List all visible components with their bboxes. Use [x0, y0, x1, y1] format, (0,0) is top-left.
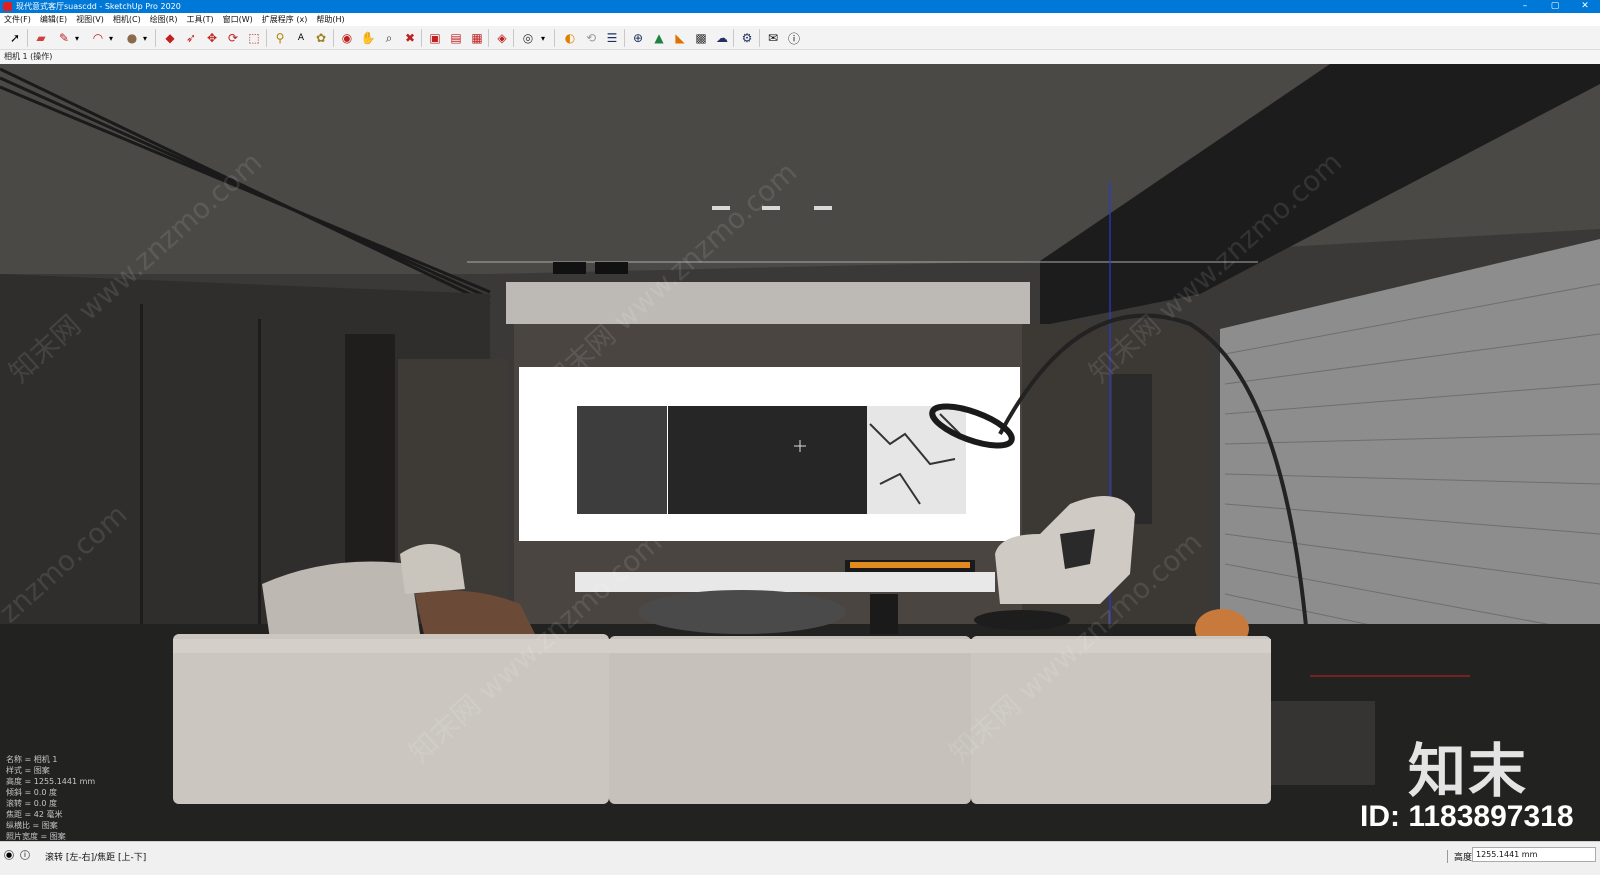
mail-icon[interactable]: ✉ [764, 29, 782, 47]
push-pull-icon[interactable]: ◆ [161, 29, 179, 47]
zoom-extents-icon[interactable]: ✖ [401, 29, 419, 47]
camera-info-line: 照片宽度 = 图案 [6, 832, 66, 841]
paint-icon[interactable]: ✿ [312, 29, 330, 47]
arc-icon[interactable]: ◠ [89, 29, 107, 47]
toolbar-separator [266, 29, 267, 47]
paint-bucket-icon[interactable]: ● [123, 29, 141, 47]
watermark-id: ID: 1183897318 [1360, 800, 1574, 833]
info-icon[interactable]: ⓘ [785, 29, 803, 47]
info-status-icon[interactable]: i [20, 850, 30, 860]
cloud-upload-icon[interactable]: ☁ [713, 29, 731, 47]
camera-info-line: 样式 = 图案 [6, 766, 50, 775]
status-hint: 滚转 [左-右]/焦距 [上-下] [45, 853, 147, 863]
toolbar-separator [27, 29, 28, 47]
materials-icon[interactable]: ◣ [671, 29, 689, 47]
scene-render: 知末网 www.znzmo.com 知末网 www.znzmo.com 知末网 … [0, 64, 1600, 841]
main-toolbar: ➚ ▰ ✎ ▾ ◠ ▾ ● ▾ ◆ ➶ ✥ ⟳ ⬚ ⚲ A ✿ ◉ ✋ ⌕ ✖ … [0, 26, 1600, 50]
menu-tools[interactable]: 工具(T) [187, 13, 214, 26]
close-button[interactable]: ✕ [1570, 0, 1600, 13]
extension-warehouse-icon[interactable]: ▤ [447, 29, 465, 47]
scene-tab[interactable]: 相机 1 (操作) [0, 50, 1600, 64]
sketchup-logo-icon [3, 2, 12, 11]
camera-info-line: 倾斜 = 0.0 度 [6, 788, 58, 797]
title-bar: 现代意式客厅suascdd - SketchUp Pro 2020 – ▢ ✕ [0, 0, 1600, 13]
select-arrow-icon[interactable]: ➚ [6, 29, 24, 47]
dropdown-arrow-icon[interactable]: ▾ [538, 29, 548, 47]
camera-info-line: 名称 = 相机 1 [6, 755, 58, 764]
follow-me-icon[interactable]: ➶ [182, 29, 200, 47]
menu-edit[interactable]: 编辑(E) [40, 13, 67, 26]
toolbar-separator [759, 29, 760, 47]
account-icon[interactable]: ◎ [519, 29, 537, 47]
tv-screen [668, 406, 867, 514]
plugin-orange-icon[interactable]: ◐ [561, 29, 579, 47]
menu-draw[interactable]: 绘图(R) [150, 13, 178, 26]
menu-file[interactable]: 文件(F) [4, 13, 31, 26]
orbit-icon[interactable]: ◉ [338, 29, 356, 47]
window-title: 现代意式客厅suascdd - SketchUp Pro 2020 [16, 2, 181, 11]
layout-icon[interactable]: ▦ [468, 29, 486, 47]
sofa-middle-section [609, 636, 971, 804]
zoom-icon[interactable]: ⌕ [380, 29, 398, 47]
menu-window[interactable]: 窗口(W) [223, 13, 253, 26]
camera-info-overlay: 名称 = 相机 1 样式 = 图案 高度 = 1255.1441 mm 倾斜 =… [6, 754, 95, 841]
menu-help[interactable]: 帮助(H) [316, 13, 344, 26]
pan-icon[interactable]: ✋ [359, 29, 377, 47]
dropdown-arrow-icon[interactable]: ▾ [140, 29, 150, 47]
3d-viewport[interactable]: 知末网 www.znzmo.com 知末网 www.znzmo.com 知末网 … [0, 64, 1600, 841]
toolbar-separator [733, 29, 734, 47]
camera-info-line: 纵横比 = 图案 [6, 821, 58, 830]
toolbar-separator [554, 29, 555, 47]
menu-camera[interactable]: 相机(C) [113, 13, 141, 26]
scale-icon[interactable]: ⬚ [245, 29, 263, 47]
toolbar-separator [488, 29, 489, 47]
tree-icon[interactable]: ▲ [650, 29, 668, 47]
warehouse-icon[interactable]: ▣ [426, 29, 444, 47]
dropdown-arrow-icon[interactable]: ▾ [106, 29, 116, 47]
menu-view[interactable]: 视图(V) [76, 13, 104, 26]
toolbar-separator [624, 29, 625, 47]
camera-info-line: 高度 = 1255.1441 mm [6, 777, 96, 786]
toolbar-separator [421, 29, 422, 47]
watermark-brand: 知末 [1408, 737, 1529, 805]
minimize-button[interactable]: – [1510, 0, 1540, 13]
maximize-button[interactable]: ▢ [1540, 0, 1570, 13]
stack-icon[interactable]: ☰ [603, 29, 621, 47]
rotate-icon[interactable]: ⟳ [224, 29, 242, 47]
measurements-label: 高度 [1447, 850, 1472, 863]
gears-icon[interactable]: ⚙ [738, 29, 756, 47]
toolbar-separator [513, 29, 514, 47]
camera-info-line: 滚转 = 0.0 度 [6, 799, 58, 808]
eraser-icon[interactable]: ▰ [32, 29, 50, 47]
checker-icon[interactable]: ▩ [692, 29, 710, 47]
move-icon[interactable]: ✥ [203, 29, 221, 47]
menu-bar: 文件(F) 编辑(E) 视图(V) 相机(C) 绘图(R) 工具(T) 窗口(W… [0, 13, 1600, 26]
toolbar-separator [155, 29, 156, 47]
ruby-icon[interactable]: ◈ [493, 29, 511, 47]
text-icon[interactable]: A [292, 29, 310, 47]
add-circle-icon[interactable]: ⊕ [629, 29, 647, 47]
ceiling-light [814, 206, 832, 210]
measurements-input[interactable]: 1255.1441 mm [1472, 847, 1596, 862]
refresh-icon[interactable]: ⟲ [582, 29, 600, 47]
camera-info-line: 焦距 = 42 毫米 [6, 810, 63, 819]
status-bar: ● i 滚转 [左-右]/焦距 [上-下] 高度 1255.1441 mm [0, 841, 1600, 875]
pencil-icon[interactable]: ✎ [55, 29, 73, 47]
coffee-table [638, 590, 846, 634]
toolbar-separator [333, 29, 334, 47]
geo-location-icon[interactable]: ● [4, 850, 14, 860]
dropdown-arrow-icon[interactable]: ▾ [72, 29, 82, 47]
menu-extensions[interactable]: 扩展程序 (x) [262, 13, 308, 26]
tape-measure-icon[interactable]: ⚲ [271, 29, 289, 47]
